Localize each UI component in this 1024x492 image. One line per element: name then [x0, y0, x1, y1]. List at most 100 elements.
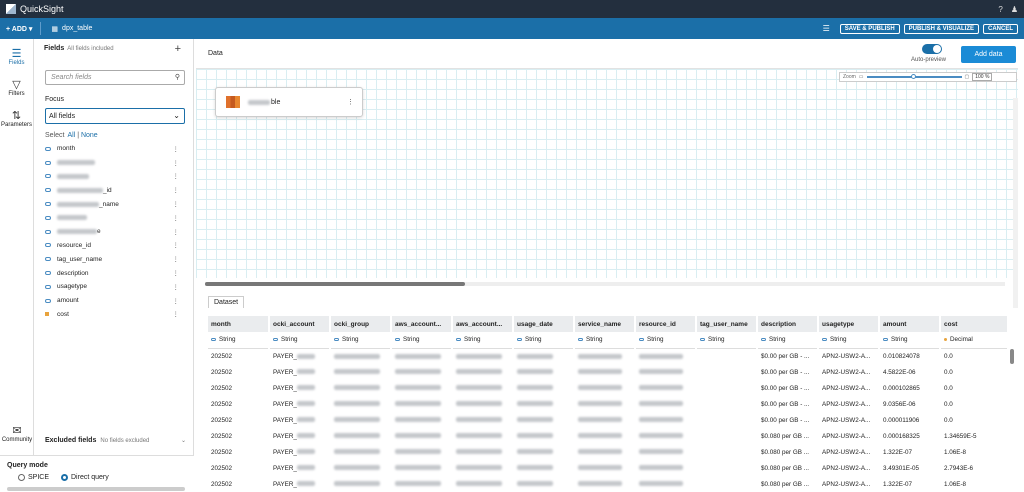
column-header[interactable]: resource_id: [635, 316, 697, 332]
field-item[interactable]: _id ⋮: [45, 183, 185, 197]
rail-parameters[interactable]: ⇅ Parameters: [0, 109, 33, 128]
table-row[interactable]: 202502 PAYER_ $0.080 per GB ... APN2-USW2-A…: [208, 460, 1009, 476]
table-vertical-scrollbar[interactable]: [1010, 349, 1014, 364]
more-options-icon[interactable]: ⋮: [173, 159, 180, 167]
column-header[interactable]: usagetype: [818, 316, 880, 332]
table-row[interactable]: 202502 PAYER_ $0.00 per GB - ... APN2-USW2-…: [208, 412, 1009, 428]
field-item[interactable]: month ⋮: [45, 142, 185, 156]
select-all-link[interactable]: All: [67, 132, 75, 139]
spice-radio[interactable]: SPICE: [18, 474, 49, 481]
more-options-icon[interactable]: ⋮: [173, 172, 180, 180]
direct-query-radio[interactable]: Direct query: [61, 474, 109, 481]
table-row[interactable]: 202502 PAYER_ $0.00 per GB - ... APN2-USW2-…: [208, 380, 1009, 396]
column-type[interactable]: String: [330, 332, 392, 349]
focus-select[interactable]: All fields ⌄: [45, 108, 185, 124]
column-type[interactable]: Decimal: [940, 332, 1009, 349]
column-type[interactable]: String: [635, 332, 697, 349]
column-type[interactable]: String: [269, 332, 331, 349]
column-type[interactable]: String: [574, 332, 636, 349]
column-type[interactable]: String: [818, 332, 880, 349]
field-item[interactable]: ⋮: [45, 211, 185, 225]
search-fields-input[interactable]: Search fields ⚲: [45, 70, 185, 85]
rail-fields[interactable]: ☰ Fields: [0, 47, 33, 66]
more-options-icon[interactable]: ⋮: [173, 283, 180, 291]
table-cell: PAYER_: [269, 396, 331, 412]
column-header[interactable]: amount: [879, 316, 941, 332]
schema-icon[interactable]: ☰: [823, 24, 830, 33]
field-item[interactable]: e ⋮: [45, 225, 185, 239]
table-row[interactable]: 202502 PAYER_ $0.00 per GB - ... APN2-USW2-…: [208, 396, 1009, 412]
dataset-card[interactable]: ble ⋮: [215, 87, 363, 117]
column-header[interactable]: aws_account...: [452, 316, 514, 332]
redacted-text: [296, 401, 315, 407]
column-header[interactable]: tag_user_name: [696, 316, 758, 332]
select-none-link[interactable]: None: [81, 132, 98, 139]
more-options-icon[interactable]: ⋮: [173, 269, 180, 277]
add-data-button[interactable]: Add data: [961, 46, 1016, 63]
field-item[interactable]: usagetype ⋮: [45, 280, 185, 294]
canvas-vertical-scrollbar[interactable]: [1013, 98, 1018, 308]
table-row[interactable]: 202502 PAYER_ $0.080 per GB ... APN2-USW2-A…: [208, 476, 1009, 492]
add-button[interactable]: + ADD ▾: [6, 25, 32, 33]
cell-value: $0.00 per GB - ...: [761, 416, 810, 424]
column-header[interactable]: month: [208, 316, 270, 332]
column-type[interactable]: String: [696, 332, 758, 349]
table-row[interactable]: 202502 PAYER_ $0.00 per GB - ... APN2-USW2-…: [208, 348, 1009, 364]
help-icon[interactable]: ?: [998, 5, 1002, 14]
column-type[interactable]: String: [757, 332, 819, 349]
column-header[interactable]: aws_account...: [391, 316, 453, 332]
canvas-horizontal-scrollbar[interactable]: [205, 282, 1005, 286]
column-type[interactable]: String: [208, 332, 270, 349]
more-options-icon[interactable]: ⋮: [173, 200, 180, 208]
more-options-icon[interactable]: ⋮: [173, 186, 180, 194]
add-field-icon[interactable]: +: [175, 43, 181, 55]
zoom-out-icon[interactable]: ▭: [859, 74, 864, 80]
column-header[interactable]: service_name: [574, 316, 636, 332]
field-item[interactable]: ⋮: [45, 170, 185, 184]
field-item[interactable]: _name ⋮: [45, 197, 185, 211]
publish-visualize-button[interactable]: PUBLISH & VISUALIZE: [903, 23, 979, 34]
field-item[interactable]: tag_user_name ⋮: [45, 252, 185, 266]
column-type[interactable]: String: [391, 332, 453, 349]
zoom-value[interactable]: 100 %: [972, 73, 993, 81]
field-item[interactable]: ⋮: [45, 156, 185, 170]
column-type[interactable]: String: [452, 332, 514, 349]
column-header[interactable]: usage_date: [513, 316, 575, 332]
table-row[interactable]: 202502 PAYER_ $0.080 per GB ... APN2-USW2-A…: [208, 444, 1009, 460]
rail-community[interactable]: ✉ Community: [0, 424, 34, 443]
field-item[interactable]: resource_id ⋮: [45, 239, 185, 253]
table-cell: PAYER_: [269, 444, 331, 460]
data-canvas[interactable]: Zoom ▭ ▢ 100 % ble ⋮: [196, 68, 1018, 308]
table-row[interactable]: 202502 PAYER_ $0.00 per GB - ... APN2-USW2-…: [208, 364, 1009, 380]
fit-icon[interactable]: ▢: [965, 74, 970, 80]
auto-preview-toggle[interactable]: [922, 44, 942, 54]
horizontal-scrollbar[interactable]: [7, 487, 185, 491]
user-icon[interactable]: ♟: [1011, 5, 1018, 14]
field-item[interactable]: description ⋮: [45, 266, 185, 280]
field-item[interactable]: amount ⋮: [45, 294, 185, 308]
zoom-slider[interactable]: [866, 74, 962, 79]
tab-dataset[interactable]: Dataset: [208, 296, 245, 308]
more-options-icon[interactable]: ⋮: [173, 228, 180, 236]
column-header[interactable]: ocki_account: [269, 316, 331, 332]
column-header[interactable]: description: [757, 316, 819, 332]
excluded-fields-header[interactable]: Excluded fields No fields excluded ⌄: [45, 437, 186, 444]
more-options-icon[interactable]: ⋮: [173, 255, 180, 263]
column-type[interactable]: String: [513, 332, 575, 349]
more-options-icon[interactable]: ⋮: [173, 310, 180, 318]
cancel-button[interactable]: CANCEL: [983, 23, 1018, 34]
string-type-icon: [395, 338, 400, 342]
more-options-icon[interactable]: ⋮: [347, 98, 354, 106]
column-type[interactable]: String: [879, 332, 941, 349]
save-publish-button[interactable]: SAVE & PUBLISH: [839, 23, 900, 34]
column-header[interactable]: ocki_group: [330, 316, 392, 332]
more-options-icon[interactable]: ⋮: [173, 241, 180, 249]
column-header[interactable]: cost: [940, 316, 1009, 332]
more-options-icon[interactable]: ⋮: [173, 297, 180, 305]
dataset-name[interactable]: ▦ dpx_table: [51, 25, 92, 33]
field-item[interactable]: cost ⋮: [45, 308, 185, 322]
table-row[interactable]: 202502 PAYER_ $0.080 per GB ... APN2-USW2-A…: [208, 428, 1009, 444]
more-options-icon[interactable]: ⋮: [173, 214, 180, 222]
more-options-icon[interactable]: ⋮: [173, 145, 180, 153]
rail-filters[interactable]: ▽ Filters: [0, 78, 33, 97]
